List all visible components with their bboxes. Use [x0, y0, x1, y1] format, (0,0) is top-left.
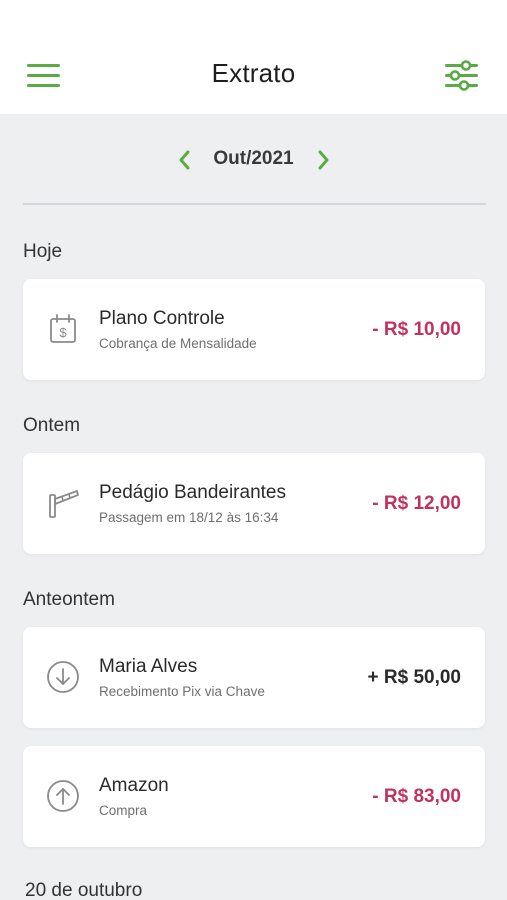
transaction-amount: + R$ 50,00 [367, 667, 462, 688]
transaction-amount: - R$ 83,00 [372, 786, 461, 807]
transaction-name: Plano Controle [99, 308, 225, 329]
sliders-icon [445, 60, 478, 91]
page-title: Extrato [211, 58, 296, 88]
transaction-amount: - R$ 10,00 [372, 319, 461, 340]
transaction-amount: - R$ 12,00 [372, 493, 461, 514]
month-selector: Out/2021 [0, 140, 507, 180]
app-header: Extrato [0, 0, 507, 114]
section-title-today: Hoje [23, 241, 63, 262]
arrow-up-circle-icon [47, 780, 79, 812]
transaction-card[interactable]: Pedágio Bandeirantes Passagem em 18/12 à… [23, 453, 485, 554]
transaction-name: Maria Alves [99, 656, 198, 677]
section-title-day-before-yesterday: Anteontem [23, 589, 115, 610]
arrow-down-circle-icon [47, 661, 79, 693]
calendar-dollar-icon: $ [50, 314, 76, 343]
transaction-card[interactable]: $ Plano Controle Cobrança de Mensalidade… [23, 279, 485, 380]
transaction-card[interactable]: Maria Alves Recebimento Pix via Chave + … [23, 627, 485, 728]
chevron-right-icon [318, 150, 329, 170]
transaction-description: Compra [99, 803, 148, 818]
transaction-name: Amazon [99, 775, 169, 796]
next-month-button[interactable] [309, 146, 337, 174]
filter-button[interactable] [440, 54, 484, 98]
section-title-yesterday: Ontem [23, 415, 81, 436]
transaction-description: Cobrança de Mensalidade [99, 336, 257, 351]
toll-gate-icon [49, 490, 79, 518]
svg-text:$: $ [59, 325, 67, 340]
transaction-description: Passagem em 18/12 às 16:34 [99, 510, 279, 525]
current-month-label: Out/2021 [213, 148, 294, 169]
transaction-name: Pedágio Bandeirantes [99, 482, 286, 503]
divider [23, 203, 486, 205]
statement-screen: Extrato Out/2021 Hoje $ Plano Controle C… [0, 0, 507, 900]
section-title-date: 20 de outubro [25, 880, 143, 900]
transaction-description: Recebimento Pix via Chave [99, 684, 265, 699]
transaction-card[interactable]: Amazon Compra - R$ 83,00 [23, 746, 485, 847]
